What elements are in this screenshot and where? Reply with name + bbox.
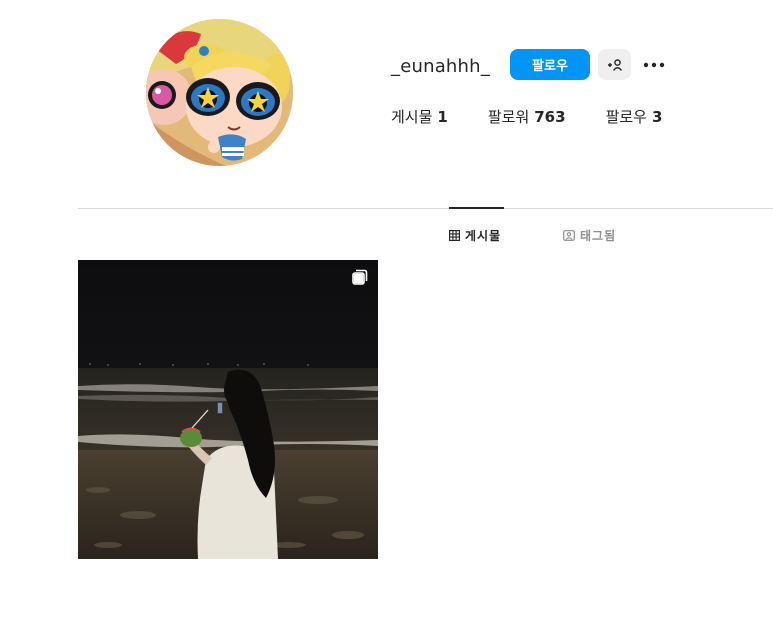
tag-photo-icon: [563, 229, 575, 241]
active-tab-indicator: [449, 207, 504, 209]
avatar-cartoon-image: [146, 19, 293, 166]
more-horizontal-icon: [643, 62, 665, 68]
tab-tagged[interactable]: 태그됨: [563, 227, 616, 243]
more-options-button[interactable]: [639, 52, 669, 78]
tab-posts[interactable]: 게시물: [449, 227, 501, 243]
followers-stat-label: 팔로워: [487, 108, 530, 126]
profile-page: _eunahhh_ 팔로우 게시물 1 팔로워 763 팔로우 3 게시물 태그…: [0, 0, 773, 617]
person-add-icon: [607, 58, 622, 71]
posts-stat: 게시물 1: [391, 106, 448, 127]
tab-posts-label: 게시물: [465, 228, 502, 243]
follow-button[interactable]: 팔로우: [510, 49, 590, 80]
profile-username: _eunahhh_: [391, 56, 490, 77]
suggested-accounts-button[interactable]: [598, 49, 631, 80]
post-thumbnail[interactable]: [78, 260, 378, 559]
profile-avatar[interactable]: [146, 19, 293, 166]
following-stat[interactable]: 팔로우 3: [606, 106, 663, 127]
carousel-icon: [352, 269, 368, 285]
following-stat-label: 팔로우: [605, 108, 647, 126]
tab-tagged-label: 태그됨: [580, 228, 617, 243]
followers-stat[interactable]: 팔로워 763: [488, 106, 566, 127]
grid-icon: [449, 229, 460, 241]
profile-stats: 게시물 1 팔로워 763 팔로우 3: [391, 106, 702, 127]
tabs-divider: [78, 208, 773, 209]
posts-count: 1: [437, 108, 448, 126]
followers-count: 763: [534, 108, 566, 126]
posts-stat-label: 게시물: [391, 108, 433, 126]
post-photo: [78, 260, 378, 559]
following-count: 3: [651, 108, 663, 126]
